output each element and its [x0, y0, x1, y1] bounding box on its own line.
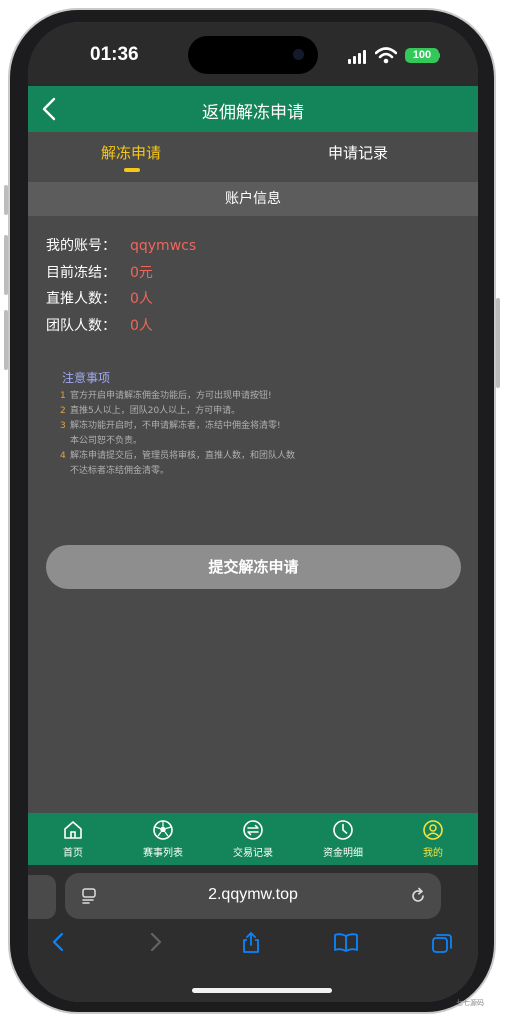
volume-down-button [4, 310, 8, 370]
team-size-row: 团队人数： 0人 [46, 315, 153, 335]
tab-request-records[interactable]: 申请记录 [328, 142, 388, 163]
tabs-icon[interactable] [430, 931, 454, 955]
notice-item: 3 解冻功能开启时，不申请解冻者，冻结中佣金将清零! [60, 419, 295, 434]
tab-unfreeze-request[interactable]: 解冻申请 [101, 142, 161, 163]
notice-number: 3 [60, 421, 66, 431]
tab-match-list-label: 赛事列表 [143, 848, 183, 859]
direct-referrals-value: 0人 [130, 291, 153, 307]
tab-transactions[interactable]: 交易记录 [213, 819, 293, 859]
tab-home-label: 首页 [63, 848, 83, 859]
notice-list: 1 官方开启申请解冻佣金功能后，方可出现申请按钮! 2 直推5人以上，团队20人以上… [60, 389, 295, 479]
cellular-signal-icon [348, 50, 366, 64]
volume-up-button [4, 235, 8, 295]
status-bar: 01:36 100 [28, 22, 478, 86]
frozen-value: 0元 [130, 265, 153, 281]
team-size-value: 0人 [130, 318, 153, 334]
battery-cap [438, 53, 440, 58]
share-icon[interactable] [239, 931, 263, 955]
url-text: 2.qqymw.top [208, 886, 298, 903]
notice-number: 2 [60, 406, 66, 416]
account-row: 我的账号： qqymwcs [46, 235, 196, 255]
notice-text: 官方开启申请解冻佣金功能后，方可出现申请按钮! [70, 391, 272, 401]
tab-transactions-label: 交易记录 [233, 848, 273, 859]
team-size-label: 团队人数： [46, 318, 116, 334]
watermark: 七七源码 [456, 999, 484, 1007]
soccer-ball-icon [153, 820, 173, 840]
bookmarks-icon[interactable] [333, 931, 359, 953]
tab-fund-details[interactable]: 资金明细 [303, 819, 383, 859]
account-label: 我的账号： [46, 238, 116, 254]
active-tab-indicator [124, 168, 140, 172]
notice-text: 直推5人以上，团队20人以上，方可申请。 [70, 406, 241, 416]
frozen-label: 目前冻结： [46, 265, 116, 281]
notice-item: 1 官方开启申请解冻佣金功能后，方可出现申请按钮! [60, 389, 295, 404]
notice-number: 4 [60, 451, 66, 461]
frozen-row: 目前冻结： 0元 [46, 262, 153, 282]
notice-text-continued: 不达标者冻结佣金清零。 [70, 466, 170, 476]
home-icon [64, 821, 82, 839]
screen: 01:36 100 返佣解冻申请 解冻申请 申请记录 账户信息 我的账号： qqy… [28, 22, 478, 1002]
tab-mine[interactable]: 我的 [393, 819, 473, 859]
notice-item: 4 解冻申请提交后，管理员将审核，直推人数，和团队人数 [60, 449, 295, 464]
status-time: 01:36 [90, 44, 139, 65]
wifi-icon [374, 46, 398, 68]
nav-bar: 返佣解冻申请 [28, 86, 478, 132]
user-icon [423, 820, 443, 840]
account-value: qqymwcs [130, 238, 197, 254]
tab-match-list[interactable]: 赛事列表 [123, 819, 203, 859]
notice-text-continued: 本公司恕不负责。 [70, 436, 143, 446]
notice-text: 解冻申请提交后，管理员将审核，直推人数，和团队人数 [70, 451, 296, 461]
notice-number: 1 [60, 391, 66, 401]
direct-referrals-label: 直推人数： [46, 291, 116, 307]
battery-icon: 100 [405, 48, 439, 63]
mute-switch [4, 185, 8, 215]
notice-title: 注意事项 [62, 371, 111, 385]
account-info-header: 账户信息 [28, 182, 478, 216]
tab-fund-details-label: 资金明细 [323, 848, 363, 859]
notice-item: 2 直推5人以上，团队20人以上，方可申请。 [60, 404, 295, 419]
tab-home[interactable]: 首页 [33, 819, 113, 859]
camera-icon [293, 49, 304, 60]
page-title: 返佣解冻申请 [202, 103, 304, 123]
exchange-icon [243, 820, 263, 840]
direct-referrals-row: 直推人数： 0人 [46, 288, 153, 308]
tab-mine-label: 我的 [423, 848, 443, 859]
browser-bar: 2.qqymw.top [28, 865, 478, 1002]
submit-unfreeze-button[interactable]: 提交解冻申请 [46, 545, 461, 589]
tab-bar-top: 解冻申请 申请记录 [28, 132, 478, 182]
reload-icon[interactable] [409, 887, 427, 905]
bottom-tab-bar: 首页 赛事列表 交易记录 资金明细 我的 [28, 813, 478, 865]
notice-text: 解冻功能开启时，不申请解冻者，冻结中佣金将清零! [70, 421, 281, 431]
address-bar[interactable]: 2.qqymw.top [65, 873, 441, 919]
dynamic-island [188, 36, 318, 74]
home-indicator [192, 988, 332, 993]
browser-back-icon[interactable] [48, 931, 70, 953]
clock-icon [333, 820, 353, 840]
browser-forward-icon[interactable] [144, 931, 166, 953]
previous-tab-preview[interactable] [28, 875, 56, 919]
power-button [496, 298, 500, 388]
